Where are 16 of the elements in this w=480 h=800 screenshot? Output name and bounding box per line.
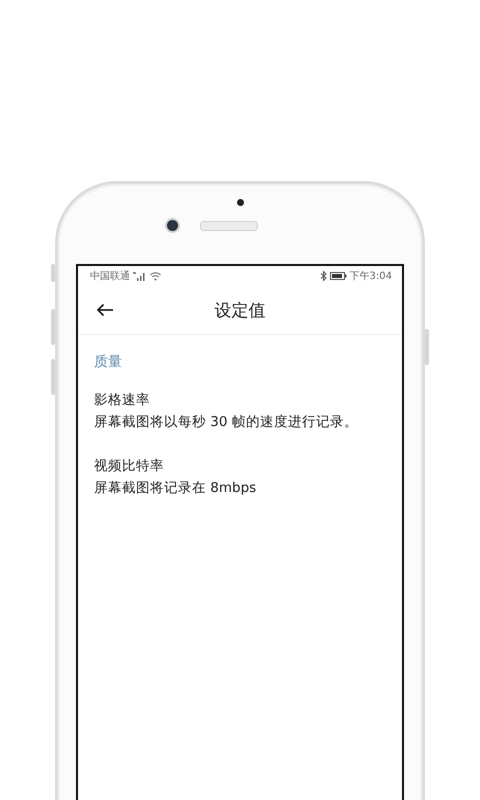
sensor-dot xyxy=(236,199,244,206)
battery-icon xyxy=(330,272,347,280)
setting-title: 影格速率 xyxy=(94,391,151,410)
setting-description: 屏幕截图将以每秒 30 帧的速度进行记录。 xyxy=(94,413,359,432)
camera-lens xyxy=(166,220,178,231)
page-title: 设定值 xyxy=(214,300,266,322)
speaker-grille xyxy=(200,220,258,230)
bluetooth-icon xyxy=(320,271,327,281)
carrier-name: 中国联通 xyxy=(90,270,130,283)
setting-description: 屏幕截图将记录在 8mbps xyxy=(94,479,258,498)
section-heading: 质量 xyxy=(94,353,123,371)
status-time: 下午3:04 xyxy=(350,270,392,283)
wifi-icon xyxy=(150,272,161,280)
setting-title: 视频比特率 xyxy=(94,457,165,476)
signal-icon xyxy=(133,272,147,280)
back-arrow-icon[interactable] xyxy=(96,303,114,317)
